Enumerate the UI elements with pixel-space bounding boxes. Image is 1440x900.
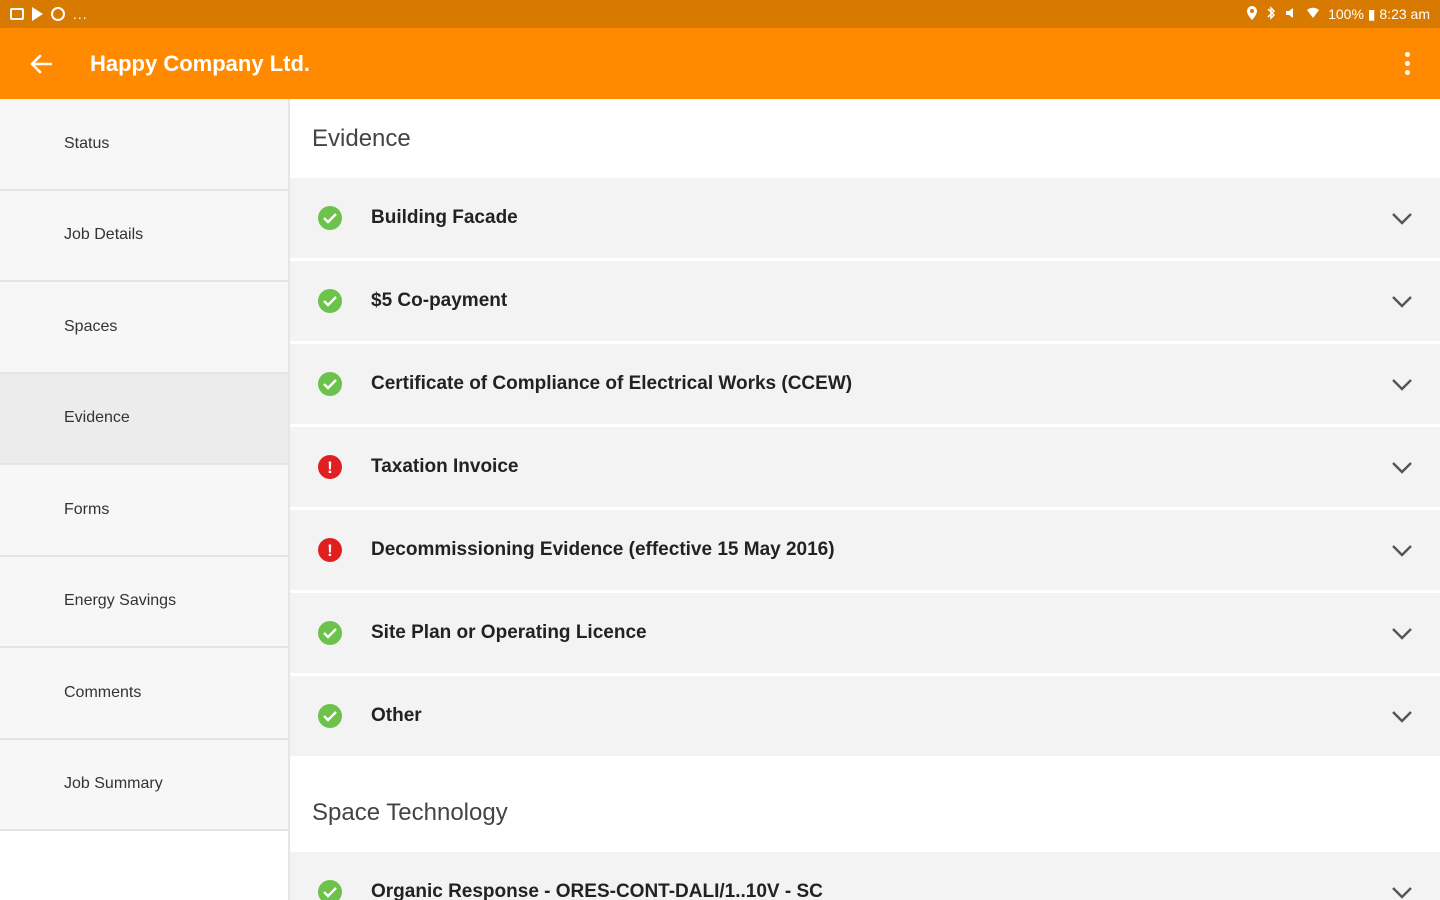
evidence-item-building-facade[interactable]: Building Facade	[290, 178, 1440, 258]
chevron-down-icon[interactable]	[1390, 291, 1414, 311]
error-icon: !	[318, 538, 342, 562]
evidence-item-other[interactable]: Other	[290, 676, 1440, 756]
back-button[interactable]	[0, 28, 82, 99]
evidence-item-label: Taxation Invoice	[371, 456, 519, 477]
sidebar-item-job-details[interactable]: Job Details	[0, 190, 288, 282]
evidence-item-decommissioning[interactable]: ! Decommissioning Evidence (effective 15…	[290, 510, 1440, 590]
more-vert-dot	[1404, 61, 1410, 66]
more-notifications-icon: ...	[73, 6, 88, 22]
check-circle-icon	[318, 704, 342, 728]
more-vert-icon	[1404, 52, 1410, 57]
sidebar-item-job-summary[interactable]: Job Summary	[0, 739, 288, 831]
bluetooth-icon	[1266, 5, 1276, 23]
space-item-label: Organic Response - ORES-CONT-DALI/1..10V…	[371, 881, 823, 900]
location-icon	[1246, 5, 1258, 23]
chevron-down-icon[interactable]	[1390, 374, 1414, 394]
main-content: Evidence Building Facade $5 Co-payment C…	[290, 99, 1440, 900]
evidence-item-label: Site Plan or Operating Licence	[371, 622, 647, 643]
app-bar: Happy Company Ltd.	[0, 28, 1440, 99]
chevron-down-icon[interactable]	[1390, 706, 1414, 726]
status-bar-left: ...	[10, 6, 88, 22]
sidebar-item-label: Comments	[64, 683, 142, 701]
chevron-down-icon[interactable]	[1390, 208, 1414, 228]
check-circle-icon	[318, 621, 342, 645]
evidence-item-taxation-invoice[interactable]: ! Taxation Invoice	[290, 427, 1440, 507]
check-circle-icon	[318, 206, 342, 230]
check-circle-icon	[318, 880, 342, 900]
sidebar-item-spaces[interactable]: Spaces	[0, 282, 288, 374]
evidence-item-label: Decommissioning Evidence (effective 15 M…	[371, 539, 835, 560]
settings-icon	[51, 7, 65, 21]
evidence-item-label: Other	[371, 705, 422, 726]
evidence-item-site-plan[interactable]: Site Plan or Operating Licence	[290, 593, 1440, 673]
sidebar-item-forms[interactable]: Forms	[0, 465, 288, 557]
space-item-organic-response[interactable]: Organic Response - ORES-CONT-DALI/1..10V…	[290, 852, 1440, 900]
page-title: Happy Company Ltd.	[90, 50, 311, 76]
sidebar-item-label: Energy Savings	[64, 592, 177, 610]
chevron-down-icon[interactable]	[1390, 882, 1414, 900]
sidebar-item-label: Job Summary	[64, 775, 163, 793]
wifi-icon	[1306, 6, 1320, 23]
overflow-menu-button[interactable]	[1392, 28, 1422, 99]
space-technology-section-title: Space Technology	[312, 798, 508, 826]
sidebar-item-label: Spaces	[64, 317, 118, 335]
chevron-down-icon[interactable]	[1390, 457, 1414, 477]
more-vert-dot	[1404, 70, 1410, 75]
evidence-item-ccew[interactable]: Certificate of Compliance of Electrical …	[290, 344, 1440, 424]
check-circle-icon	[318, 289, 342, 313]
sidebar-item-label: Job Details	[64, 226, 144, 244]
gallery-icon	[10, 8, 24, 20]
arrow-left-icon	[30, 54, 52, 73]
system-status-bar: ... 100% ▮ 8:23 am	[0, 0, 1440, 28]
chevron-down-icon[interactable]	[1390, 623, 1414, 643]
chevron-down-icon[interactable]	[1390, 540, 1414, 560]
sidebar-item-label: Evidence	[64, 409, 130, 427]
check-circle-icon	[318, 372, 342, 396]
evidence-item-label: $5 Co-payment	[371, 290, 508, 311]
evidence-section-title: Evidence	[312, 124, 411, 152]
status-bar-right: 100% ▮ 8:23 am	[1246, 5, 1430, 23]
sidebar: Status Job Details Spaces Evidence Forms…	[0, 99, 288, 900]
error-icon: !	[318, 455, 342, 479]
evidence-item-co-payment[interactable]: $5 Co-payment	[290, 261, 1440, 341]
sidebar-item-status[interactable]: Status	[0, 99, 288, 191]
sidebar-item-evidence[interactable]: Evidence	[0, 373, 288, 465]
evidence-item-label: Building Facade	[371, 207, 518, 228]
evidence-item-label: Certificate of Compliance of Electrical …	[371, 373, 853, 394]
battery-time-text: 100% ▮ 8:23 am	[1328, 5, 1430, 22]
play-store-icon	[32, 7, 43, 21]
sidebar-item-comments[interactable]: Comments	[0, 648, 288, 740]
sidebar-item-energy-savings[interactable]: Energy Savings	[0, 556, 288, 648]
mute-icon	[1284, 6, 1298, 23]
sidebar-item-label: Forms	[64, 500, 110, 518]
sidebar-item-label: Status	[64, 134, 110, 152]
